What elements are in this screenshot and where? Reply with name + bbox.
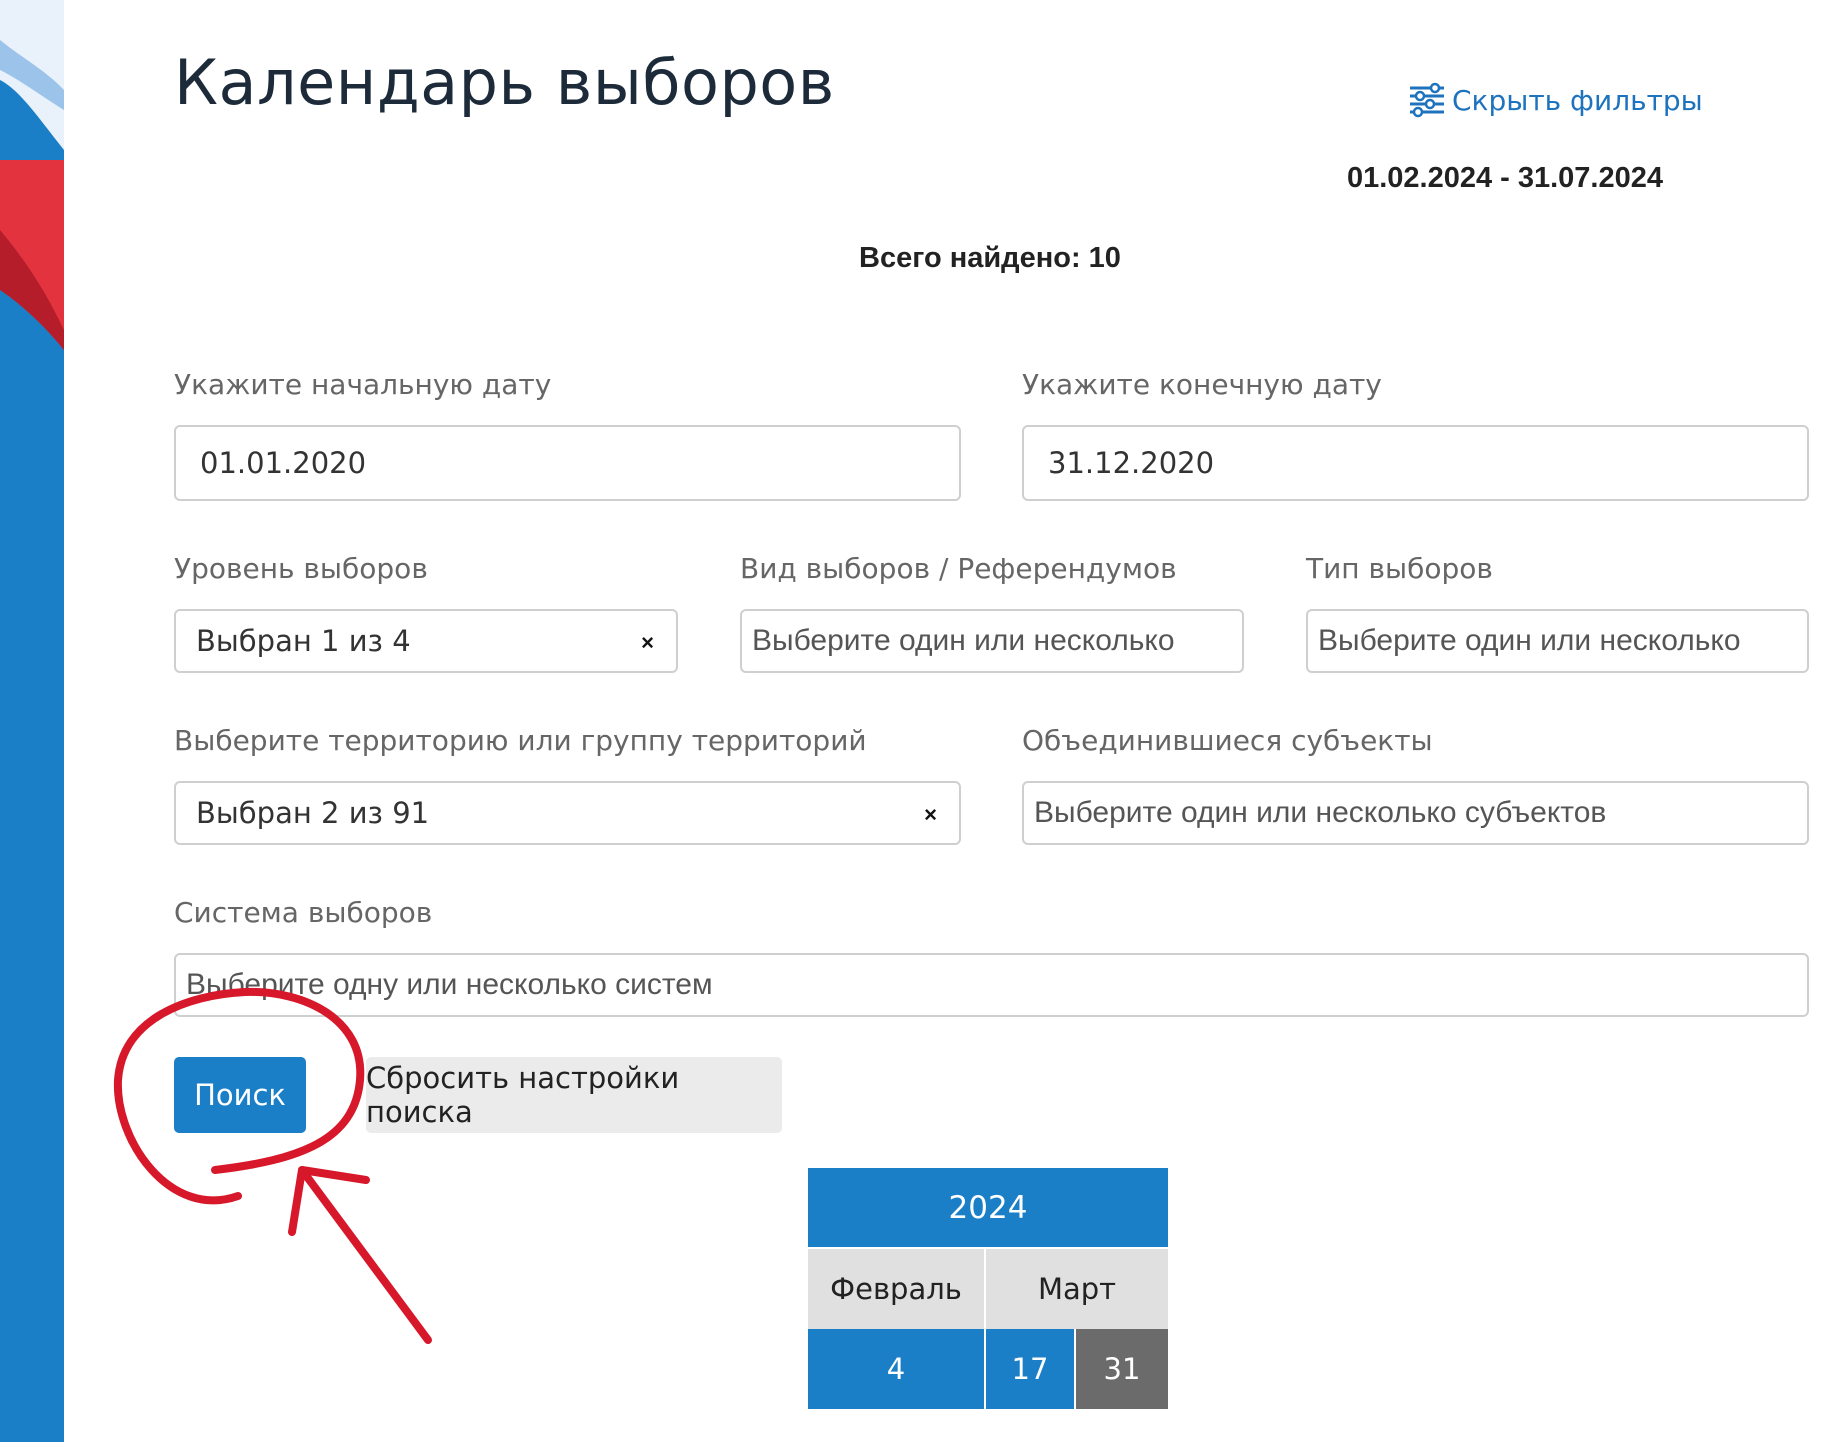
election-kind-label: Вид выборов / Референдумов [740,552,1177,585]
hide-filters-button[interactable]: Скрыть фильтры [1408,82,1703,118]
calendar-day[interactable]: 17 [986,1329,1076,1409]
election-system-select[interactable]: Выберите одну или несколько систем [174,953,1809,1017]
reset-search-button[interactable]: Сбросить настройки поиска [366,1057,782,1133]
total-found: Всего найдено: 10 [859,242,1121,274]
election-system-placeholder: Выберите одну или несколько систем [186,968,713,1001]
end-date-label: Укажите конечную дату [1022,368,1382,401]
search-button[interactable]: Поиск [174,1057,306,1133]
election-kind-placeholder: Выберите один или несколько [752,624,1175,657]
merged-subjects-label: Объединившиеся субъекты [1022,724,1433,757]
election-kind-select[interactable]: Выберите один или несколько [740,609,1244,673]
calendar-month: Март [986,1249,1168,1329]
election-type-placeholder: Выберите один или несколько [1318,624,1741,657]
election-level-value: Выбран 1 из 4 [196,624,411,658]
start-date-value: 01.01.2020 [200,446,367,480]
start-date-input[interactable]: 01.01.2020 [174,425,961,501]
election-type-select[interactable]: Выберите один или несколько [1306,609,1809,673]
filter-sliders-icon [1410,82,1444,118]
calendar-day[interactable]: 31 [1076,1329,1168,1409]
election-level-label: Уровень выборов [174,552,428,585]
hide-filters-label: Скрыть фильтры [1452,83,1703,117]
end-date-input[interactable]: 31.12.2020 [1022,425,1809,501]
left-flag-stripe [0,0,64,1442]
election-level-clear-icon[interactable]: × [641,630,654,656]
election-type-label: Тип выборов [1306,552,1493,585]
election-system-label: Система выборов [174,896,433,929]
calendar-days: 4 17 31 [808,1329,1168,1409]
territory-clear-icon[interactable]: × [924,802,937,828]
territory-select[interactable]: Выбран 2 из 91 × [174,781,961,845]
calendar-months: Февраль Март [808,1249,1168,1329]
end-date-value: 31.12.2020 [1048,446,1215,480]
merged-subjects-placeholder: Выберите один или несколько субъектов [1034,796,1607,829]
page-title: Календарь выборов [174,46,835,119]
territory-value: Выбран 2 из 91 [196,796,430,830]
calendar-month: Февраль [808,1249,986,1329]
start-date-label: Укажите начальную дату [174,368,552,401]
merged-subjects-select[interactable]: Выберите один или несколько субъектов [1022,781,1809,845]
calendar-day[interactable]: 4 [808,1329,986,1409]
territory-label: Выберите территорию или группу территори… [174,724,867,757]
election-level-select[interactable]: Выбран 1 из 4 × [174,609,678,673]
selected-date-range: 01.02.2024 - 31.07.2024 [1346,162,1663,194]
calendar-year: 2024 [808,1168,1168,1249]
election-calendar: 2024 Февраль Март 4 17 31 [808,1168,1168,1409]
